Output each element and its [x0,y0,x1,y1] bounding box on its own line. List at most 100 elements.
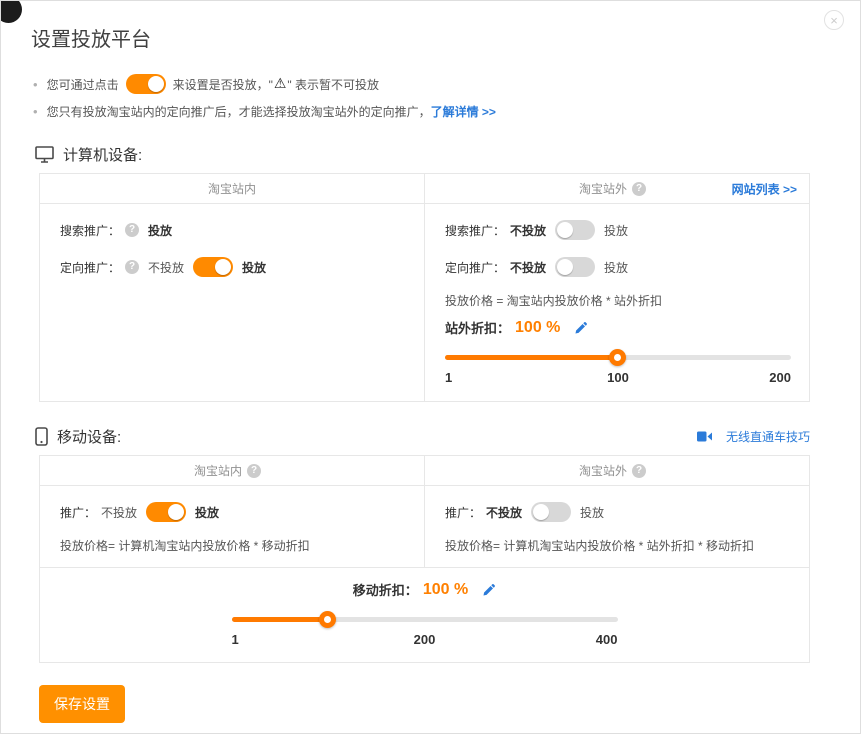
targeted-promo-label: 定向推广： [60,259,120,276]
toggle-knob [168,504,184,520]
computer-section-label: 计算机设备: [63,144,142,165]
computer-table-body: 搜索推广： ? 投放 定向推广： ? 不投放 投放 搜索推广： 不投放 投放 [40,204,809,401]
offsite-discount-line: 站外折扣： 100 % [445,318,791,337]
offsite-slider-labels: 1 100 200 [445,370,791,388]
note-toggle-hint: • 您可通过点击 来设置是否投放，" ⚠ " 表示暂不可投放 [33,74,830,94]
offsite-discount-slider[interactable] [445,349,791,366]
edit-offsite-discount-icon[interactable] [574,321,588,335]
set-delivery-platform-dialog: × 设置投放平台 • 您可通过点击 来设置是否投放，" ⚠ " 表示暂不可投放 … [0,0,861,734]
mobile-discount-area: 移动折扣： 100 % 1 200 400 [232,580,618,650]
state-off-label: 不投放 [510,259,546,276]
help-icon[interactable]: ? [125,223,139,237]
mobile-discount-value: 100 % [423,581,468,599]
video-icon [697,431,712,442]
state-on-label: 投放 [242,259,266,276]
toggle-knob [148,76,164,92]
mobile-offsite-cell: 推广： 不投放 投放 投放价格= 计算机淘宝站内投放价格 * 站外折扣 * 移动… [424,486,809,567]
computer-offsite-targeted-row: 定向推广： 不投放 投放 [445,254,791,280]
slider-min-label: 1 [445,370,452,385]
note1-post: " 表示暂不可投放 [287,76,379,93]
close-button[interactable]: × [824,10,844,30]
mobile-slider-labels: 1 200 400 [232,632,618,650]
slider-knob[interactable] [609,349,626,366]
wireless-tips-link[interactable]: 无线直通车技巧 [697,428,810,445]
slider-max-label: 400 [596,632,618,647]
computer-icon [35,146,54,163]
slider-fill [445,355,618,360]
toggle-knob [533,504,549,520]
mobile-offsite-header: 淘宝站外 ? [424,456,809,485]
slider-max-label: 200 [769,370,791,385]
computer-offsite-cell: 搜索推广： 不投放 投放 定向推广： 不投放 投放 投放价格 = 淘宝站内投放价… [424,204,809,401]
computer-offsite-header: 淘宝站外 ? 网站列表 >> [424,174,809,203]
targeted-promo-label: 定向推广： [445,259,505,276]
slider-mid-label: 200 [414,632,436,647]
help-icon[interactable]: ? [125,260,139,274]
mobile-table: 淘宝站内 ? 淘宝站外 ? 推广： 不投放 投放 投放价格= 计算机淘宝站内投放… [39,455,810,663]
state-off-label: 不投放 [148,259,184,276]
computer-onsite-search-row: 搜索推广： ? 投放 [60,217,406,243]
help-icon[interactable]: ? [632,182,646,196]
mobile-onsite-promo-row: 推广： 不投放 投放 [60,499,406,525]
computer-onsite-targeted-toggle[interactable] [193,257,233,277]
bullet-icon: • [33,77,38,92]
example-toggle [126,74,166,94]
mobile-onsite-price-formula: 投放价格= 计算机淘宝站内投放价格 * 移动折扣 [60,537,406,554]
mobile-offsite-price-formula: 投放价格= 计算机淘宝站内投放价格 * 站外折扣 * 移动折扣 [445,537,791,554]
computer-offsite-targeted-toggle[interactable] [555,257,595,277]
dialog-title: 设置投放平台 [31,23,860,52]
offsite-header-label: 淘宝站外 [579,462,627,479]
mobile-discount-line: 移动折扣： 100 % [232,580,618,599]
state-on-label: 投放 [604,259,628,276]
note-targeting-hint: • 您只有投放淘宝站内的定向推广后，才能选择投放淘宝站外的定向推广， 了解详情 … [33,103,830,120]
computer-offsite-search-toggle[interactable] [555,220,595,240]
computer-offsite-search-row: 搜索推广： 不投放 投放 [445,217,791,243]
mobile-discount-row: 移动折扣： 100 % 1 200 400 [40,567,809,662]
computer-onsite-cell: 搜索推广： ? 投放 定向推广： ? 不投放 投放 [40,204,424,401]
help-icon[interactable]: ? [632,464,646,478]
mobile-discount-label: 移动折扣： [353,580,418,599]
slider-min-label: 1 [232,632,239,647]
mobile-onsite-header: 淘宝站内 ? [40,456,424,485]
computer-table-header: 淘宝站内 淘宝站外 ? 网站列表 >> [40,174,809,204]
toggle-knob [215,259,231,275]
note1-mid: 来设置是否投放，" [173,76,273,93]
slider-mid-label: 100 [607,370,629,385]
state-off-label: 不投放 [486,504,522,521]
bullet-icon: • [33,104,38,119]
wireless-tips-label: 无线直通车技巧 [726,428,810,445]
close-icon: × [830,13,838,28]
offsite-price-formula: 投放价格 = 淘宝站内投放价格 * 站外折扣 [445,292,791,309]
mobile-section-label: 移动设备: [57,426,121,447]
corner-logo [0,0,22,23]
search-promo-label: 搜索推广： [445,222,505,239]
mobile-onsite-promo-toggle[interactable] [146,502,186,522]
warning-icon: ⚠ [274,76,287,92]
mobile-offsite-promo-row: 推广： 不投放 投放 [445,499,791,525]
offsite-discount-label: 站外折扣： [445,318,510,337]
slider-track[interactable] [232,617,618,622]
offsite-header-label: 淘宝站外 [579,180,627,197]
toggle-knob [557,222,573,238]
computer-table: 淘宝站内 淘宝站外 ? 网站列表 >> 搜索推广： ? 投放 定向推广： ? 不… [39,173,810,402]
website-list-link[interactable]: 网站列表 >> [732,180,797,197]
offsite-discount-value: 100 % [515,319,560,337]
learn-more-link[interactable]: 了解详情 >> [431,103,496,120]
help-icon[interactable]: ? [247,464,261,478]
search-promo-label: 搜索推广： [60,222,120,239]
edit-mobile-discount-icon[interactable] [482,583,496,597]
toggle-knob [557,259,573,275]
mobile-discount-slider[interactable] [232,611,618,628]
mobile-icon [35,427,48,446]
computer-section-header: 计算机设备: [35,144,810,165]
search-promo-state: 投放 [148,222,172,239]
mobile-offsite-promo-toggle[interactable] [531,502,571,522]
state-on-label: 投放 [195,504,219,521]
computer-onsite-targeted-row: 定向推广： ? 不投放 投放 [60,254,406,280]
slider-knob[interactable] [319,611,336,628]
save-settings-button[interactable]: 保存设置 [39,685,125,723]
state-on-label: 投放 [580,504,604,521]
promo-label: 推广： [60,504,96,521]
mobile-table-header: 淘宝站内 ? 淘宝站外 ? [40,456,809,486]
onsite-header-label: 淘宝站内 [208,180,256,197]
